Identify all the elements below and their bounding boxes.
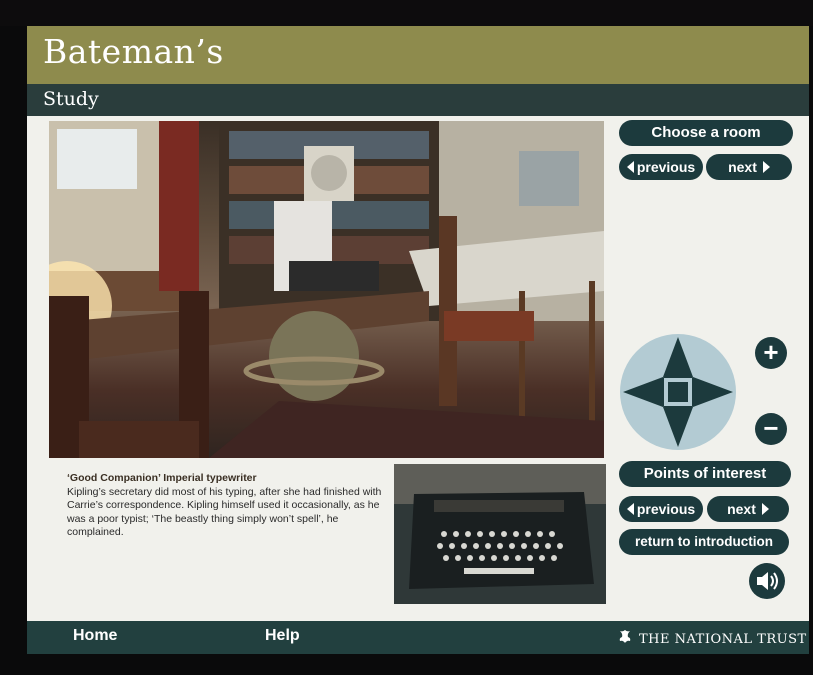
room-bar: Study: [27, 84, 809, 116]
next-poi-label: next: [727, 501, 756, 517]
poi-body: Kipling’s secretary did most of his typi…: [67, 485, 382, 539]
return-to-introduction-button[interactable]: return to introduction: [619, 529, 789, 555]
directional-pad-icon[interactable]: [619, 333, 737, 451]
oak-leaf-icon: [619, 630, 631, 643]
next-room-button[interactable]: next: [706, 154, 792, 180]
previous-room-button[interactable]: previous: [619, 154, 703, 180]
previous-room-label: previous: [636, 159, 696, 175]
next-room-label: next: [728, 159, 757, 175]
header-bar: Bateman’s: [27, 26, 809, 84]
page-title: Bateman’s: [43, 32, 224, 71]
help-link[interactable]: Help: [265, 627, 300, 645]
chevron-right-icon: [761, 503, 769, 515]
kiosk-screen: Bateman’s Study Choose a room previous n…: [27, 26, 809, 654]
points-of-interest-button[interactable]: Points of interest: [619, 461, 791, 487]
room-photo: [49, 121, 604, 458]
national-trust-logo: THE NATIONAL TRUST: [617, 629, 807, 647]
home-link[interactable]: Home: [73, 627, 117, 645]
chevron-left-icon: [626, 161, 634, 173]
chevron-left-icon: [626, 503, 634, 515]
sound-button[interactable]: [749, 563, 785, 599]
room-name: Study: [43, 88, 99, 110]
next-poi-button[interactable]: next: [707, 496, 789, 522]
poi-description: ‘Good Companion’ Imperial typewriter Kip…: [67, 472, 387, 540]
footer-bar: Home Help THE NATIONAL TRUST: [27, 621, 809, 654]
chevron-right-icon: [762, 161, 770, 173]
reset-view-icon[interactable]: [668, 382, 688, 402]
room-photo-illustration: [49, 121, 604, 458]
monitor-bezel: [0, 0, 813, 26]
previous-poi-label: previous: [636, 501, 696, 517]
typewriter-illustration: [394, 464, 606, 604]
typewriter-photo: [394, 464, 606, 604]
previous-poi-button[interactable]: previous: [619, 496, 703, 522]
choose-room-button[interactable]: Choose a room: [619, 120, 793, 146]
zoom-in-button[interactable]: +: [755, 337, 787, 369]
zoom-out-button[interactable]: −: [755, 413, 787, 445]
poi-title: ‘Good Companion’ Imperial typewriter: [67, 472, 257, 484]
brand-name: THE NATIONAL TRUST: [639, 632, 807, 647]
speaker-icon: [757, 572, 778, 590]
